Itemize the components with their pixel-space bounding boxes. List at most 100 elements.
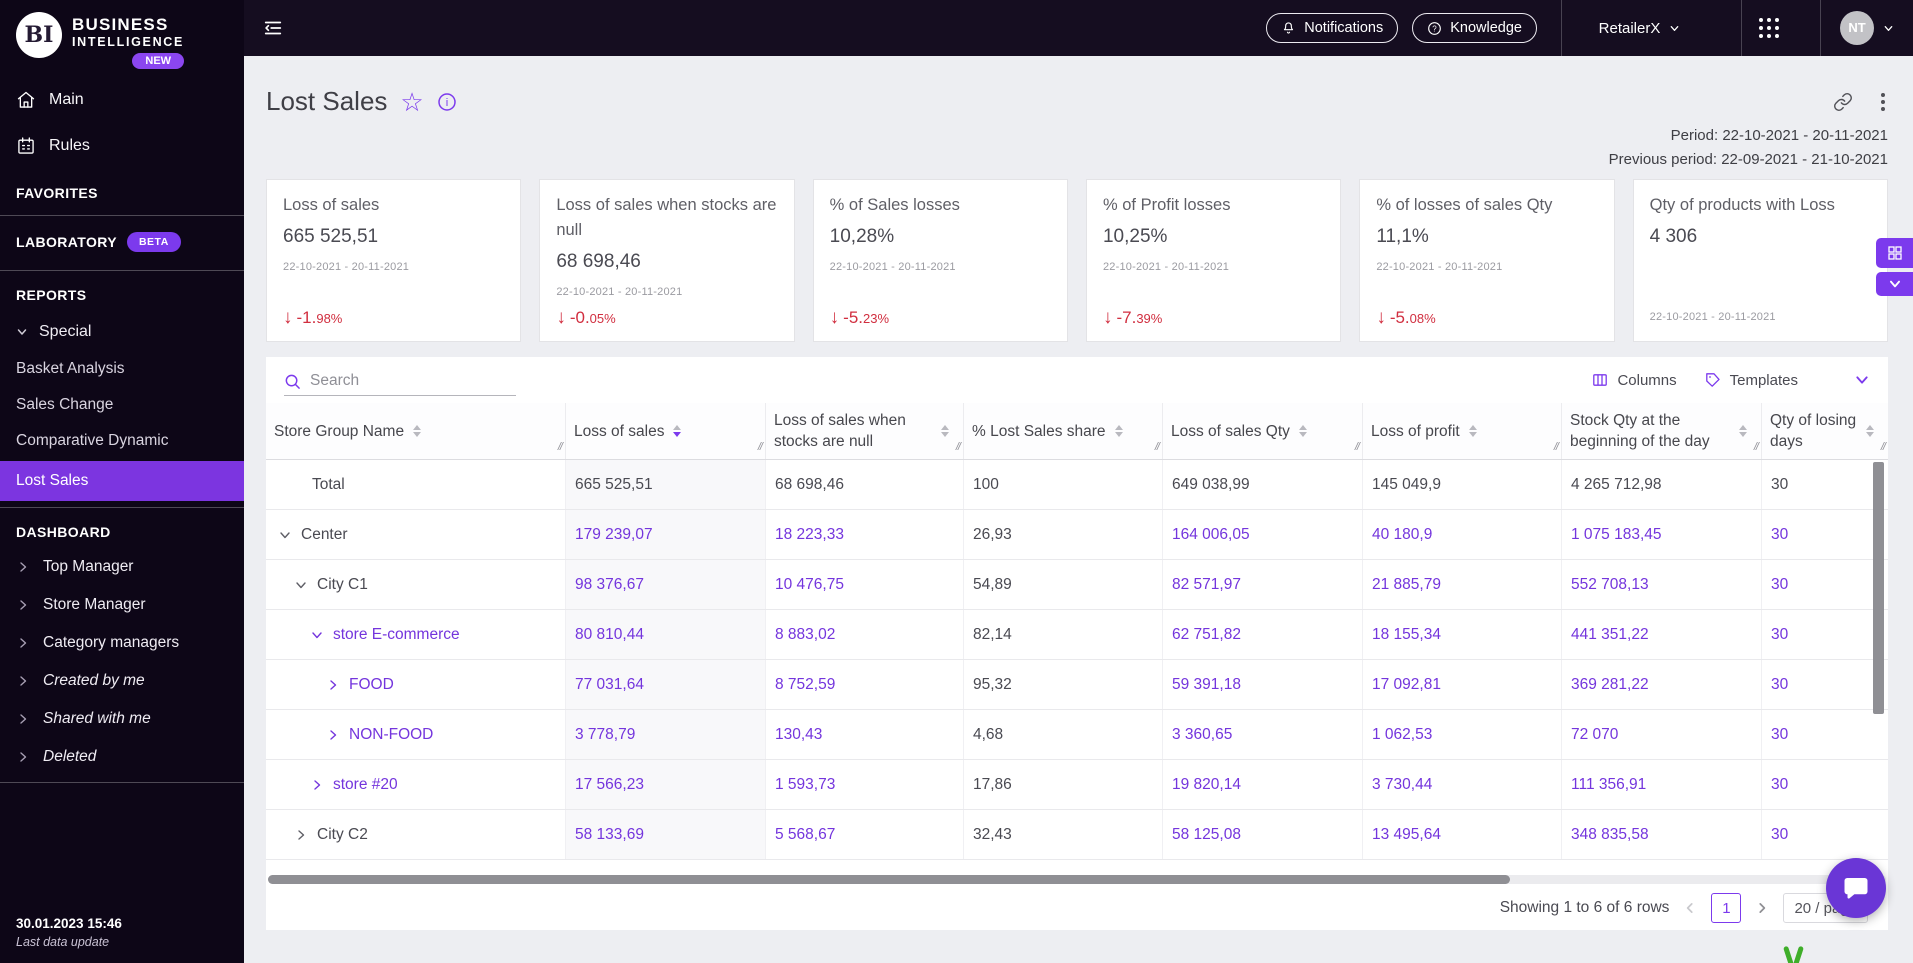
- cell-value[interactable]: 1 593,73: [766, 760, 964, 809]
- horizontal-scrollbar[interactable]: [268, 875, 1886, 884]
- sidebar-item-sales-change[interactable]: Sales Change: [0, 387, 244, 423]
- apps-grid-button[interactable]: [1742, 18, 1796, 38]
- collapse-row-icon[interactable]: [294, 578, 308, 592]
- collapse-sidebar-button[interactable]: [262, 17, 284, 39]
- sidebar-item-basket-analysis[interactable]: Basket Analysis: [0, 351, 244, 387]
- store-group-label[interactable]: store E-commerce: [333, 626, 460, 644]
- cell-value[interactable]: 348 835,58: [1562, 810, 1762, 859]
- expand-row-icon[interactable]: [326, 728, 340, 742]
- knowledge-button[interactable]: ? Knowledge: [1412, 13, 1537, 43]
- search-box[interactable]: [284, 372, 516, 396]
- cell-value[interactable]: 40 180,9: [1363, 510, 1562, 559]
- sort-icon[interactable]: [1468, 425, 1477, 437]
- favorite-star-icon[interactable]: ☆: [400, 89, 423, 115]
- column-header-loss-of-sales-when-stocks-are-null[interactable]: Loss of sales when stocks are null: [766, 403, 964, 459]
- cell-value[interactable]: 19 820,14: [1163, 760, 1363, 809]
- cell-value[interactable]: 17 092,81: [1363, 660, 1562, 709]
- sidebar-item-top-manager[interactable]: Top Manager: [0, 548, 244, 586]
- column-header-loss-of-sales-qty[interactable]: Loss of sales Qty: [1163, 403, 1363, 459]
- cell-value[interactable]: 10 476,75: [766, 560, 964, 609]
- cell-value[interactable]: 59 391,18: [1163, 660, 1363, 709]
- section-laboratory[interactable]: LABORATORY BETA: [0, 216, 244, 264]
- search-input[interactable]: [310, 372, 516, 390]
- expand-row-icon[interactable]: [294, 828, 308, 842]
- expand-row-icon[interactable]: [310, 778, 324, 792]
- page-number-button[interactable]: 1: [1711, 893, 1742, 923]
- cell-value[interactable]: 77 031,64: [566, 660, 766, 709]
- cell-value[interactable]: 72 070: [1562, 710, 1762, 759]
- widgets-panel-button[interactable]: [1876, 238, 1913, 268]
- cell-value[interactable]: 21 885,79: [1363, 560, 1562, 609]
- sidebar-item-store-manager[interactable]: Store Manager: [0, 586, 244, 624]
- chat-button[interactable]: [1826, 858, 1886, 918]
- cell-value[interactable]: 30: [1762, 710, 1888, 759]
- cell-value[interactable]: 30: [1762, 560, 1888, 609]
- cell-value[interactable]: 1 075 183,45: [1562, 510, 1762, 559]
- cell-value[interactable]: 17 566,23: [566, 760, 766, 809]
- notifications-button[interactable]: Notifications: [1266, 13, 1399, 43]
- next-page-icon[interactable]: [1755, 901, 1769, 915]
- cell-value[interactable]: 369 281,22: [1562, 660, 1762, 709]
- cell-value[interactable]: 58 125,08: [1163, 810, 1363, 859]
- cell-value[interactable]: 58 133,69: [566, 810, 766, 859]
- cell-value[interactable]: 130,43: [766, 710, 964, 759]
- sidebar-item-comparative-dynamic[interactable]: Comparative Dynamic: [0, 423, 244, 459]
- column-header-loss-of-profit[interactable]: Loss of profit: [1363, 403, 1562, 459]
- cell-value[interactable]: 62 751,82: [1163, 610, 1363, 659]
- store-group-label[interactable]: FOOD: [349, 676, 394, 694]
- cell-value[interactable]: 80 810,44: [566, 610, 766, 659]
- column-header-lost-sales-share[interactable]: % Lost Sales share: [964, 403, 1163, 459]
- collapse-toolbar-icon[interactable]: [1854, 372, 1870, 388]
- cell-value[interactable]: 3 730,44: [1363, 760, 1562, 809]
- cell-value[interactable]: 30: [1762, 610, 1888, 659]
- cell-value[interactable]: 18 223,33: [766, 510, 964, 559]
- cell-value[interactable]: 441 351,22: [1562, 610, 1762, 659]
- org-switcher[interactable]: RetailerX: [1562, 20, 1717, 37]
- sidebar-item-shared-with-me[interactable]: Shared with me: [0, 700, 244, 738]
- cell-value[interactable]: 1 062,53: [1363, 710, 1562, 759]
- collapse-row-icon[interactable]: [310, 628, 324, 642]
- sidebar-item-deleted[interactable]: Deleted: [0, 738, 244, 776]
- more-options-icon[interactable]: [1881, 93, 1885, 111]
- store-group-label[interactable]: NON-FOOD: [349, 726, 433, 744]
- cell-value[interactable]: 164 006,05: [1163, 510, 1363, 559]
- sort-icon[interactable]: [673, 425, 682, 437]
- sort-icon[interactable]: [1739, 425, 1747, 437]
- templates-button[interactable]: Templates: [1705, 372, 1798, 389]
- sidebar-item-created-by-me[interactable]: Created by me: [0, 662, 244, 700]
- column-header-qty-of-losing-days[interactable]: Qty of losing days: [1762, 403, 1888, 459]
- share-link-icon[interactable]: [1833, 92, 1853, 112]
- cell-value[interactable]: 3 778,79: [566, 710, 766, 759]
- cell-value[interactable]: 82 571,97: [1163, 560, 1363, 609]
- cell-value[interactable]: 18 155,34: [1363, 610, 1562, 659]
- cell-value[interactable]: 30: [1762, 660, 1888, 709]
- sidebar-group-special[interactable]: Special: [0, 311, 244, 351]
- column-header-store-group-name[interactable]: Store Group Name: [266, 403, 566, 459]
- column-header-loss-of-sales[interactable]: Loss of sales: [566, 403, 766, 459]
- collapse-row-icon[interactable]: [278, 528, 292, 542]
- app-logo[interactable]: BI BUSINESS INTELLIGENCE NEW: [0, 0, 244, 77]
- previous-page-icon[interactable]: [1683, 901, 1697, 915]
- vertical-scrollbar-thumb[interactable]: [1873, 462, 1884, 714]
- cell-value[interactable]: 552 708,13: [1562, 560, 1762, 609]
- sort-icon[interactable]: [1866, 425, 1874, 437]
- sort-icon[interactable]: [413, 425, 422, 437]
- sort-icon[interactable]: [1298, 425, 1307, 437]
- collapse-panel-button[interactable]: [1876, 272, 1913, 296]
- cell-value[interactable]: 3 360,65: [1163, 710, 1363, 759]
- info-icon[interactable]: i: [437, 92, 457, 112]
- cell-value[interactable]: 98 376,67: [566, 560, 766, 609]
- sidebar-item-rules[interactable]: Rules: [0, 123, 244, 169]
- cell-value[interactable]: 179 239,07: [566, 510, 766, 559]
- sort-icon[interactable]: [1114, 425, 1123, 437]
- expand-row-icon[interactable]: [326, 678, 340, 692]
- sidebar-item-category-managers[interactable]: Category managers: [0, 624, 244, 662]
- cell-value[interactable]: 8 752,59: [766, 660, 964, 709]
- cell-value[interactable]: 111 356,91: [1562, 760, 1762, 809]
- column-header-stock-qty-at-the-beginning-of-the-day[interactable]: Stock Qty at the beginning of the day: [1562, 403, 1762, 459]
- sort-icon[interactable]: [941, 425, 949, 437]
- cell-value[interactable]: 30: [1762, 760, 1888, 809]
- cell-value[interactable]: 8 883,02: [766, 610, 964, 659]
- cell-value[interactable]: 30: [1762, 510, 1888, 559]
- cell-value[interactable]: 5 568,67: [766, 810, 964, 859]
